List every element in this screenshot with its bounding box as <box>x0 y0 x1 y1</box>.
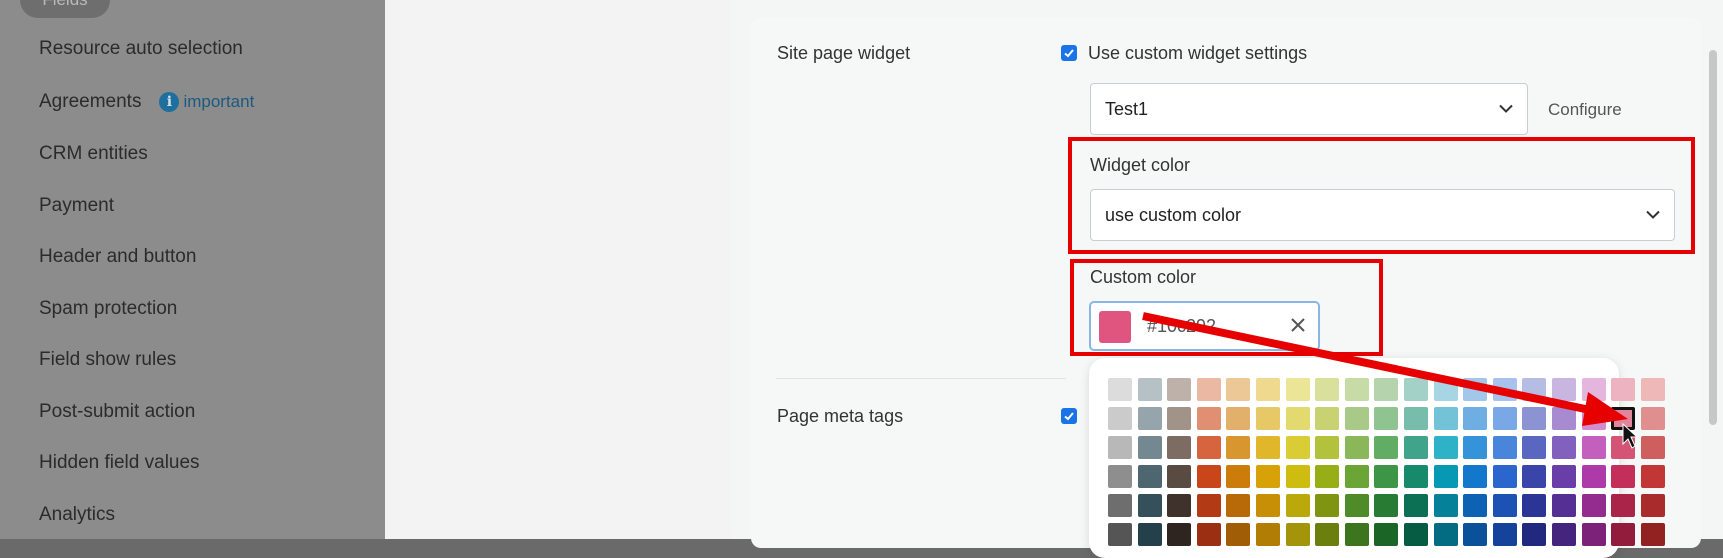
arrow-head <box>1582 392 1628 426</box>
annotation-arrow <box>1142 312 1639 449</box>
arrow-shaft <box>1142 312 1591 414</box>
mouse-cursor-icon <box>1622 422 1639 449</box>
scrollbar[interactable] <box>1709 50 1717 425</box>
